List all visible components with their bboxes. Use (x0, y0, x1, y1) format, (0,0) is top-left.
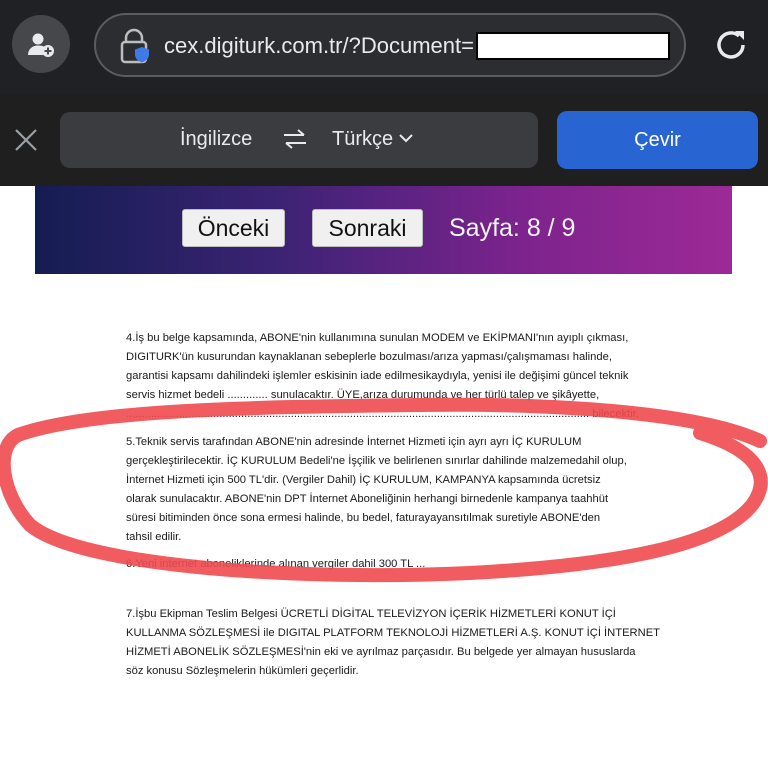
paragraph-7: 7.İşbu Ekipman Teslim Belgesi ÜCRETLİ Dİ… (126, 605, 706, 681)
page-navigator: Önceki Sonraki Sayfa: 8 / 9 (35, 186, 732, 274)
address-bar[interactable]: cex.digiturk.com.tr/?Document= (94, 13, 686, 77)
text-line: olarak sunulacaktır. ABONE'nin DPT İnter… (126, 493, 609, 505)
swap-icon[interactable] (282, 128, 308, 150)
close-icon[interactable] (12, 126, 40, 154)
text-line: gerçekleştirilecektir. İÇ KURULUM Bedeli… (126, 455, 627, 467)
paragraph-5: 5.Teknik servis tarafından ABONE'nin adr… (126, 433, 706, 547)
language-selector[interactable]: İngilizce Türkçe (60, 112, 538, 168)
text-line: İnternet Hizmeti için 500 TL'dir. (Vergi… (126, 474, 601, 486)
next-page-button[interactable]: Sonraki (312, 209, 423, 247)
text-line: 4.İş bu belge kapsamında, ABONE'nin kull… (126, 332, 629, 344)
text-line: KULLANMA SÖZLEŞMESİ ile DIGITAL PLATFORM… (126, 627, 660, 639)
redacted-box (476, 32, 670, 60)
source-language[interactable]: İngilizce (180, 128, 252, 151)
text-line: servis hizmet bedeli ............. sunul… (126, 389, 600, 401)
reload-icon[interactable] (712, 26, 750, 64)
text-line: DIGITURK'ün kusurundan kaynaklanan sebep… (126, 351, 612, 363)
paragraph-4: 4.İş bu belge kapsamında, ABONE'nin kull… (126, 329, 706, 424)
chevron-down-icon[interactable] (398, 132, 414, 144)
browser-toolbar: cex.digiturk.com.tr/?Document= (0, 0, 768, 94)
lock-shield-icon (120, 28, 149, 64)
text-line: süresi bitiminden önce sona ermesi halin… (126, 512, 601, 524)
text-line: garantisi kapsamı dahilindeki işlemler e… (126, 370, 629, 382)
text-line: 5.Teknik servis tarafından ABONE'nin adr… (126, 436, 582, 448)
translate-bar: İngilizce Türkçe Çevir (0, 94, 768, 186)
text-line: 7.İşbu Ekipman Teslim Belgesi ÜCRETLİ Dİ… (126, 608, 616, 620)
previous-page-button[interactable]: Önceki (182, 209, 285, 247)
page-indicator: Sayfa: 8 / 9 (449, 214, 576, 242)
target-language[interactable]: Türkçe (332, 128, 393, 151)
text-line: 6.Yeni internet aboneliklerinde alınan v… (126, 558, 426, 570)
text-line: tahsil edilir. (126, 531, 182, 543)
profile-add-icon (28, 33, 54, 57)
paragraph-6: 6.Yeni internet aboneliklerinde alınan v… (126, 555, 706, 574)
text-line: HİZMETİ ABONELİK SÖZLEŞMESİ'nin eki ve a… (126, 646, 636, 658)
profile-add-button[interactable] (12, 15, 70, 73)
text-line: söz konusu Sözleşmelerin hükümleri geçer… (126, 665, 359, 677)
url-text: cex.digiturk.com.tr/?Document= (164, 33, 474, 58)
translate-button[interactable]: Çevir (557, 111, 758, 169)
text-line: ........................................… (126, 408, 639, 420)
